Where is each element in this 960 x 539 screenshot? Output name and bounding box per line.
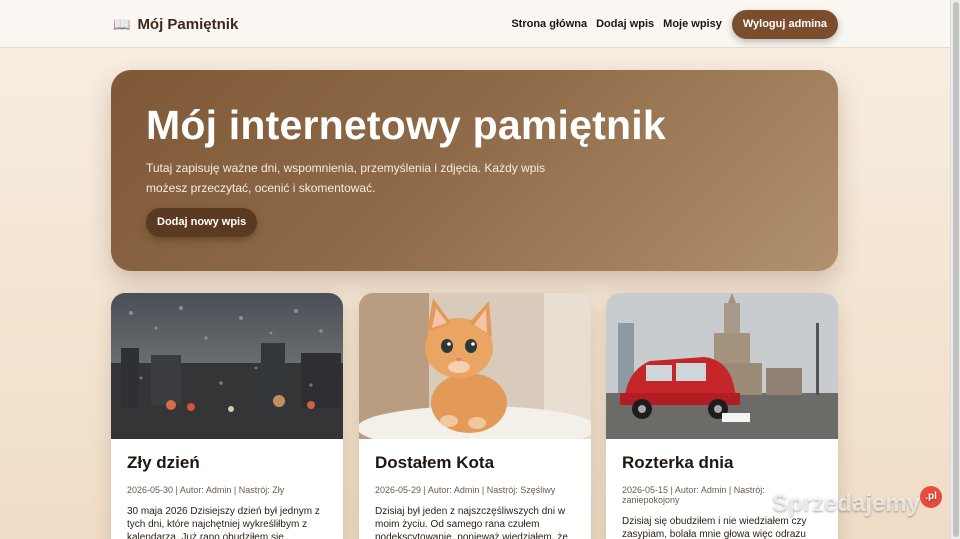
- logout-button[interactable]: Wyloguj admina: [731, 9, 838, 39]
- entry-title[interactable]: Rozterka dnia: [622, 453, 822, 473]
- entry-excerpt: 30 maja 2026 Dzisiejszy dzień był jednym…: [127, 506, 320, 539]
- watermark-badge: .pl: [920, 486, 943, 508]
- hero-description: Tutaj zapisuję ważne dni, wspomnienia, p…: [146, 161, 546, 195]
- kitten-icon[interactable]: [359, 293, 591, 439]
- entry-card[interactable]: Zły dzień 2026-05-30 | Autor: Admin | Na…: [111, 293, 343, 539]
- entry-title[interactable]: Zły dzień: [127, 453, 327, 473]
- vertical-scrollbar[interactable]: [950, 0, 960, 539]
- entry-excerpt: Dzisiaj był jeden z najszczęśliwszych dn…: [375, 506, 568, 539]
- nav-link-my-entries[interactable]: Moje wpisy: [663, 9, 722, 39]
- watermark-text: Sprzedajemy: [772, 490, 921, 517]
- entry-meta: 2026-05-29 | Autor: Admin | Nastrój: Szę…: [375, 485, 556, 495]
- add-entry-button[interactable]: Dodaj nowy wpis: [146, 208, 258, 237]
- hero-banner: Mój internetowy pamiętnik Tutaj zapisuję…: [111, 70, 838, 271]
- hero-title: Mój internetowy pamiętnik: [146, 102, 666, 148]
- nav-link-add-entry[interactable]: Dodaj wpis: [596, 9, 654, 39]
- top-navigation-bar: 📖 Mój Pamiętnik Strona główna Dodaj wpis…: [0, 0, 950, 48]
- rainy-window-icon[interactable]: [111, 293, 343, 439]
- entry-title[interactable]: Dostałem Kota: [375, 453, 575, 473]
- nav-link-home[interactable]: Strona główna: [511, 9, 587, 39]
- main-menu: Strona główna Dodaj wpis Moje wpisy Wylo…: [502, 9, 838, 39]
- red-car-city-icon[interactable]: [606, 293, 838, 439]
- brand-name: Mój Pamiętnik: [137, 15, 239, 33]
- entry-meta: 2026-05-30 | Autor: Admin | Nastrój: Zły: [127, 485, 285, 495]
- book-icon: 📖: [113, 16, 131, 32]
- entry-excerpt: Dzisiaj się obudziłem i nie wiedziałem c…: [622, 516, 807, 539]
- entry-card[interactable]: Dostałem Kota 2026-05-29 | Autor: Admin …: [359, 293, 591, 539]
- scrollbar-thumb[interactable]: [953, 2, 959, 537]
- brand-logo[interactable]: 📖 Mój Pamiętnik: [113, 15, 238, 33]
- watermark: Sprzedajemy .pl: [772, 486, 943, 518]
